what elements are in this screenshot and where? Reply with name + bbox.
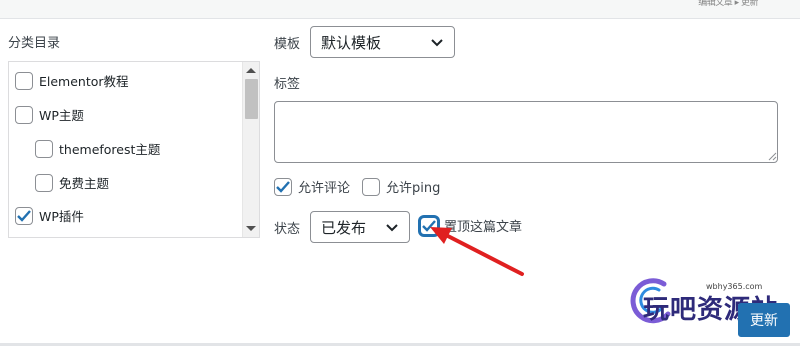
categories-list: Elementor教程 WP主题 themeforest主题 免费主题 WP插件 bbox=[8, 61, 260, 238]
allow-comments-checkbox[interactable] bbox=[274, 177, 292, 196]
tags-textarea[interactable] bbox=[274, 101, 778, 163]
chevron-down-icon bbox=[386, 224, 398, 232]
category-checkbox[interactable] bbox=[35, 139, 53, 158]
template-label: 模板 bbox=[274, 37, 301, 52]
toolbar-meta-text: 编辑文章 ▸ 更新 bbox=[698, 0, 758, 8]
category-checkbox[interactable] bbox=[15, 105, 33, 124]
status-value: 已发布 bbox=[321, 218, 367, 237]
category-checkbox[interactable] bbox=[15, 71, 33, 90]
update-button[interactable]: 更新 bbox=[738, 303, 790, 337]
category-label: WP主题 bbox=[39, 108, 84, 123]
resize-handle-icon[interactable] bbox=[768, 152, 777, 161]
scroll-down-icon[interactable] bbox=[246, 226, 256, 231]
status-label: 状态 bbox=[274, 222, 301, 237]
category-label: 免费主题 bbox=[59, 176, 110, 191]
status-select[interactable]: 已发布 bbox=[310, 211, 410, 243]
category-item-wp-theme[interactable]: WP主题 bbox=[15, 105, 84, 124]
allow-pings-label: 允许ping bbox=[386, 181, 441, 196]
check-icon bbox=[276, 180, 290, 193]
chevron-down-icon bbox=[431, 39, 443, 47]
template-select[interactable]: 默认模板 bbox=[310, 26, 455, 58]
scroll-thumb[interactable] bbox=[245, 79, 258, 119]
scroll-up-icon[interactable] bbox=[246, 68, 256, 73]
allow-comments-label: 允许评论 bbox=[298, 181, 351, 196]
top-toolbar-strip: 编辑文章 ▸ 更新 bbox=[0, 0, 800, 19]
annotation-arrow-icon bbox=[430, 227, 524, 276]
category-item-wp-plugin[interactable]: WP插件 bbox=[15, 206, 84, 225]
allow-comments-option[interactable]: 允许评论 bbox=[274, 177, 350, 196]
allow-pings-option[interactable]: 允许ping bbox=[362, 177, 440, 196]
allow-pings-checkbox[interactable] bbox=[362, 177, 380, 196]
category-item-themeforest[interactable]: themeforest主题 bbox=[35, 139, 160, 158]
category-checkbox[interactable] bbox=[15, 206, 33, 225]
category-label: WP插件 bbox=[39, 209, 84, 224]
check-icon bbox=[17, 209, 31, 222]
category-checkbox[interactable] bbox=[35, 173, 53, 192]
category-item-elementor[interactable]: Elementor教程 bbox=[15, 71, 129, 90]
category-label: themeforest主题 bbox=[59, 142, 161, 157]
categories-title: 分类目录 bbox=[8, 36, 61, 51]
category-label: Elementor教程 bbox=[39, 74, 129, 89]
categories-scrollbar[interactable] bbox=[242, 62, 259, 237]
template-value: 默认模板 bbox=[321, 33, 382, 52]
category-item-free-theme[interactable]: 免费主题 bbox=[35, 173, 109, 192]
tags-label: 标签 bbox=[274, 77, 301, 92]
